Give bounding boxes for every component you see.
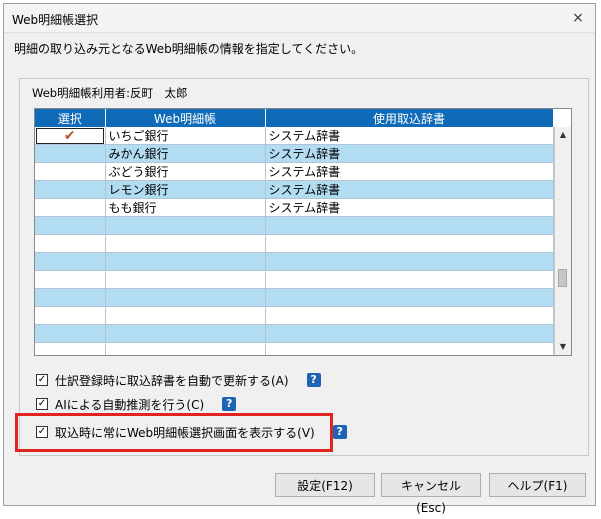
dictionary-cell[interactable]: システム辞書: [265, 180, 554, 199]
dictionary-cell[interactable]: システム辞書: [265, 198, 554, 217]
help-icon[interactable]: ?: [332, 425, 347, 439]
select-cell[interactable]: [35, 180, 106, 199]
dictionary-cell[interactable]: [265, 342, 554, 355]
dictionary-cell[interactable]: [265, 306, 554, 325]
scroll-up-icon[interactable]: ▲: [555, 127, 571, 143]
help-icon[interactable]: ?: [306, 373, 321, 387]
help-icon[interactable]: ?: [222, 397, 237, 411]
select-cell[interactable]: [35, 234, 106, 253]
select-cell[interactable]: [35, 144, 106, 163]
select-cell[interactable]: [35, 288, 106, 307]
statement-name-cell[interactable]: もも銀行: [105, 198, 266, 217]
select-cell[interactable]: [35, 306, 106, 325]
select-cell[interactable]: [35, 198, 106, 217]
statement-name-cell[interactable]: [105, 252, 266, 271]
table-row[interactable]: [35, 216, 554, 235]
scroll-thumb[interactable]: [558, 269, 567, 287]
table-row[interactable]: みかん銀行 システム辞書: [35, 144, 554, 163]
cancel-button[interactable]: キャンセル(Esc): [381, 473, 481, 515]
statement-name-cell[interactable]: [105, 270, 266, 289]
instruction-text: 明細の取り込み元となるWeb明細帳の情報を指定してください。: [14, 42, 364, 56]
option-always-show-selection[interactable]: ✓ 取込時に常にWeb明細帳選択画面を表示する(V) ?: [36, 423, 347, 441]
statement-name-cell[interactable]: ぶどう銀行: [105, 162, 266, 181]
table-row[interactable]: ✔ いちご銀行 システム辞書: [35, 127, 554, 145]
statement-name-cell[interactable]: [105, 288, 266, 307]
column-header-statement[interactable]: Web明細帳: [105, 109, 266, 127]
dictionary-cell[interactable]: [265, 252, 554, 271]
dialog-window: Web明細帳選択 × 明細の取り込み元となるWeb明細帳の情報を指定してください…: [3, 3, 596, 515]
dialog-title: Web明細帳選択: [12, 13, 99, 27]
auto-update-label[interactable]: 仕訳登録時に取込辞書を自動で更新する(A): [55, 372, 289, 389]
statement-name-cell[interactable]: [105, 234, 266, 253]
title-bar: Web明細帳選択 ×: [4, 4, 595, 33]
always-show-checkbox[interactable]: ✓: [36, 426, 48, 438]
help-button[interactable]: ヘルプ(F1): [489, 473, 586, 497]
dictionary-cell[interactable]: [265, 288, 554, 307]
ai-inference-checkbox[interactable]: ✓: [36, 398, 48, 410]
scroll-down-icon[interactable]: ▼: [555, 339, 571, 355]
select-cell[interactable]: [35, 216, 106, 235]
dictionary-cell[interactable]: システム辞書: [265, 144, 554, 163]
option-auto-update-dictionary[interactable]: ✓ 仕訳登録時に取込辞書を自動で更新する(A) ?: [36, 371, 321, 389]
option-ai-inference[interactable]: ✓ AIによる自動推測を行う(C) ?: [36, 395, 237, 413]
statement-name-cell[interactable]: いちご銀行: [105, 127, 266, 145]
table-row[interactable]: [35, 306, 554, 325]
statement-table: 選択 Web明細帳 使用取込辞書 ✔ いちご銀行 システム辞書 みかん銀行 システム辞書…: [35, 109, 554, 355]
table-row[interactable]: [35, 270, 554, 289]
statement-name-cell[interactable]: [105, 306, 266, 325]
always-show-label[interactable]: 取込時に常にWeb明細帳選択画面を表示する(V): [55, 424, 315, 441]
statement-name-cell[interactable]: みかん銀行: [105, 144, 266, 163]
column-header-select[interactable]: 選択: [35, 109, 106, 127]
select-cell[interactable]: [35, 270, 106, 289]
select-cell[interactable]: [35, 324, 106, 343]
statement-name-cell[interactable]: [105, 342, 266, 355]
dictionary-cell[interactable]: システム辞書: [265, 162, 554, 181]
statement-panel: Web明細帳利用者:反町 太郎 選択 Web明細帳 使用取込辞書 ✔ いちご銀行シ…: [15, 78, 589, 456]
statement-name-cell[interactable]: [105, 324, 266, 343]
table-row[interactable]: ぶどう銀行 システム辞書: [35, 162, 554, 181]
auto-update-checkbox[interactable]: ✓: [36, 374, 48, 386]
dictionary-cell[interactable]: [265, 216, 554, 235]
table-row[interactable]: [35, 342, 554, 355]
statement-name-cell[interactable]: [105, 216, 266, 235]
column-header-dictionary[interactable]: 使用取込辞書: [265, 109, 554, 127]
dictionary-cell[interactable]: [265, 270, 554, 289]
close-icon[interactable]: ×: [567, 7, 589, 29]
table-row[interactable]: [35, 234, 554, 253]
table-row[interactable]: [35, 288, 554, 307]
table-row[interactable]: レモン銀行 システム辞書: [35, 180, 554, 199]
statement-grid: 選択 Web明細帳 使用取込辞書 ✔ いちご銀行 システム辞書 みかん銀行 システム辞書…: [34, 108, 572, 356]
settings-button[interactable]: 設定(F12): [275, 473, 375, 497]
vertical-scrollbar[interactable]: ▲ ▼: [554, 127, 571, 355]
table-row[interactable]: もも銀行 システム辞書: [35, 198, 554, 217]
select-cell[interactable]: ✔: [35, 127, 106, 145]
dictionary-cell[interactable]: [265, 234, 554, 253]
table-row[interactable]: [35, 252, 554, 271]
dictionary-cell[interactable]: [265, 324, 554, 343]
statement-name-cell[interactable]: レモン銀行: [105, 180, 266, 199]
select-cell[interactable]: [35, 252, 106, 271]
user-label: Web明細帳利用者:反町 太郎: [32, 86, 188, 100]
dictionary-cell[interactable]: システム辞書: [265, 127, 554, 145]
table-row[interactable]: [35, 324, 554, 343]
table-header-row: 選択 Web明細帳 使用取込辞書: [35, 109, 554, 127]
select-cell[interactable]: [35, 162, 106, 181]
select-cell[interactable]: [35, 342, 106, 355]
ai-inference-label[interactable]: AIによる自動推測を行う(C): [55, 396, 204, 413]
